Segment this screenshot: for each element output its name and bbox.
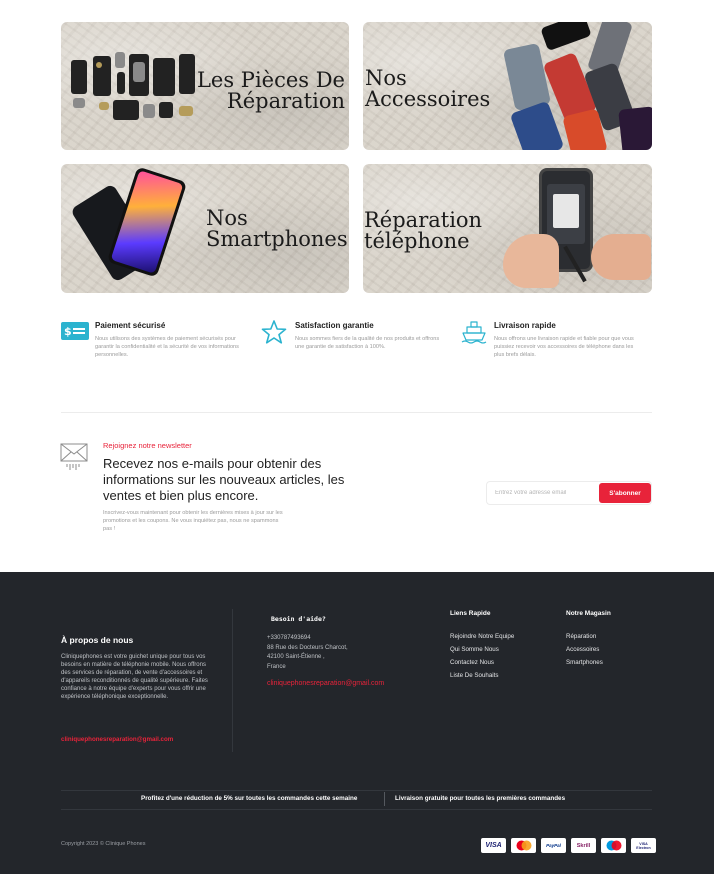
footer-link-join-team[interactable]: Rejoindre Notre Equipe — [450, 630, 514, 643]
payment-methods: VISA PayPal Skrill VISA Electron — [481, 838, 656, 853]
maestro-icon — [601, 838, 626, 853]
smartphones-image — [67, 164, 197, 293]
skrill-label: Skrill — [576, 842, 591, 849]
newsletter-email-input[interactable] — [487, 482, 597, 504]
phone-cases-image — [502, 22, 652, 150]
footer-link-about[interactable]: Qui Somme Nous — [450, 643, 514, 656]
footer: À propos de nous Cliniquephones est votr… — [0, 572, 714, 874]
newsletter-description: Inscrivez-vous maintenant pour obtenir l… — [103, 510, 283, 532]
visa-electron-label: VISA Electron — [636, 841, 651, 850]
footer-phone[interactable]: +330787493694 — [267, 634, 348, 644]
envelope-icon — [60, 442, 90, 472]
visa-icon: VISA — [481, 838, 506, 853]
card-title-accessories: Nos Accessoires — [365, 68, 490, 110]
footer-help-title: Besoin d'aide? — [271, 615, 326, 623]
footer-about-title: À propos de nous — [61, 635, 134, 645]
card-title-repair: Réparation téléphone — [364, 210, 482, 252]
parts-image — [69, 52, 199, 124]
copyright-text: Copyright 2023 © Clinique Phones — [61, 841, 146, 847]
card-title-line: téléphone — [364, 229, 470, 253]
feature-description: Nous sommes fiers de la qualité de nos p… — [295, 336, 440, 350]
repair-image — [503, 164, 652, 293]
footer-about-text: Cliniquephones est votre guichet unique … — [61, 654, 208, 701]
footer-link-smartphones[interactable]: Smartphones — [566, 656, 603, 669]
card-title-line: Les Pièces De — [196, 68, 345, 92]
footer-address-line: 42100 Saint-Étienne , — [267, 654, 325, 660]
card-title-line: Nos — [206, 206, 248, 230]
feature-title: Paiement sécurisé — [95, 321, 166, 330]
card-icon: $ — [61, 320, 89, 344]
category-card-accessories[interactable]: Nos Accessoires — [363, 22, 652, 150]
section-divider — [61, 412, 652, 413]
feature-title: Satisfaction garantie — [295, 321, 374, 330]
footer-column-divider — [232, 609, 233, 752]
ship-icon — [460, 320, 488, 344]
newsletter-title: Recevez nos e-mails pour obtenir des inf… — [103, 456, 345, 503]
card-title-line: Nos — [365, 66, 407, 90]
footer-about-email-link[interactable]: cliniquephonesreparation@gmail.com — [61, 736, 173, 743]
footer-contact-info: +330787493694 88 Rue des Docteurs Charco… — [267, 634, 348, 672]
svg-text:$: $ — [64, 325, 72, 338]
mastercard-icon — [511, 838, 536, 853]
card-title-line: Réparation — [226, 89, 345, 113]
star-icon — [261, 320, 289, 344]
footer-store-list: Réparation Accessoires Smartphones — [566, 630, 603, 669]
card-title-line: Accessoires — [365, 87, 491, 111]
category-card-repair[interactable]: Réparation téléphone — [363, 164, 652, 293]
footer-link-accessories[interactable]: Accessoires — [566, 643, 603, 656]
category-card-parts[interactable]: Les Pièces De Réparation — [61, 22, 349, 150]
footer-link-contact[interactable]: Contactez Nous — [450, 656, 514, 669]
footer-country: France — [267, 663, 286, 670]
newsletter-form: S'abonner — [486, 481, 652, 505]
footer-links-title: Liens Rapide — [450, 610, 491, 617]
newsletter-kicker: Rejoignez notre newsletter — [103, 441, 192, 450]
skrill-icon: Skrill — [571, 838, 596, 853]
card-title-parts: Les Pièces De Réparation — [197, 70, 345, 112]
visa-label: VISA — [485, 842, 502, 849]
footer-address-line: 88 Rue des Docteurs Charcot, — [267, 644, 348, 651]
card-title-line: Smartphones — [206, 227, 348, 251]
footer-link-repair[interactable]: Réparation — [566, 630, 603, 643]
visa-electron-icon: VISA Electron — [631, 838, 656, 853]
footer-promo-discount: Profitez d'une réduction de 5% sur toute… — [141, 795, 358, 802]
footer-promo-top-line — [61, 790, 652, 791]
card-title-line: Réparation — [364, 208, 483, 232]
footer-promo-shipping: Livraison gratuite pour toutes les premi… — [395, 795, 566, 802]
footer-help-email-link[interactable]: cliniquephonesreparation@gmail.com — [267, 680, 384, 687]
paypal-label: PayPal — [546, 843, 561, 848]
category-card-smartphones[interactable]: Nos Smartphones — [61, 164, 349, 293]
footer-store-title: Notre Magasin — [566, 610, 611, 617]
feature-description: Nous utilisons des systèmes de paiement … — [95, 336, 239, 358]
card-title-smartphones: Nos Smartphones — [206, 208, 348, 250]
footer-promo-bottom-line — [61, 809, 652, 810]
footer-link-wishlist[interactable]: Liste De Souhaits — [450, 669, 514, 682]
footer-links-list: Rejoindre Notre Equipe Qui Somme Nous Co… — [450, 630, 514, 682]
footer-promo-separator — [384, 792, 385, 806]
feature-description: Nous offrons une livraison rapide et fia… — [494, 336, 634, 358]
feature-title: Livraison rapide — [494, 321, 556, 330]
paypal-icon: PayPal — [541, 838, 566, 853]
subscribe-button[interactable]: S'abonner — [599, 483, 651, 503]
